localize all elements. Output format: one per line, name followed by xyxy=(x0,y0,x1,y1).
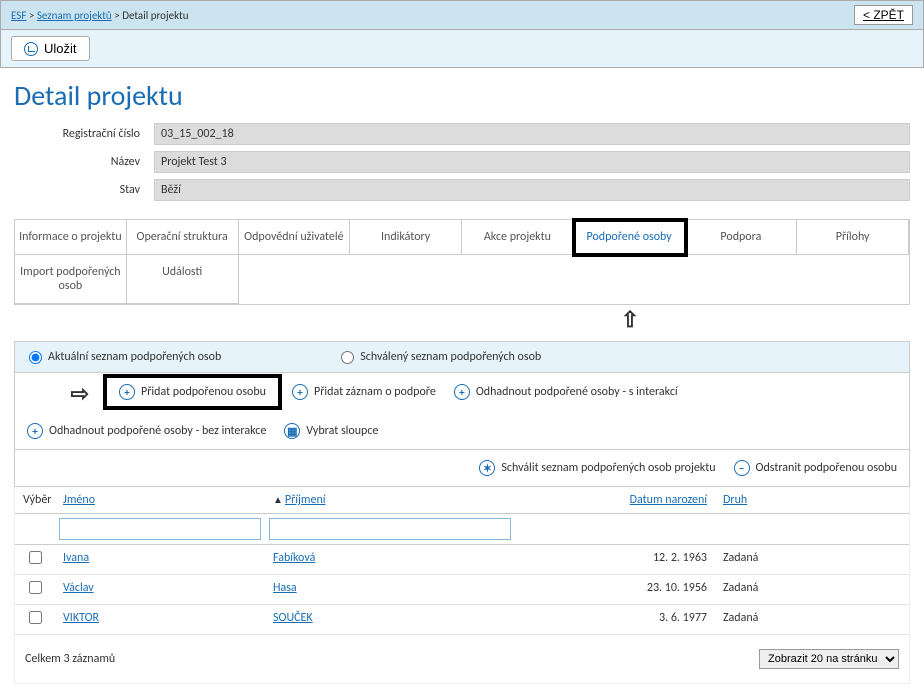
table-row: VIKTOR SOUČEK 3. 6. 1977Zadaná xyxy=(15,605,909,635)
plus-icon: + xyxy=(292,384,308,400)
col-name-sort[interactable]: Jméno xyxy=(63,493,95,507)
row-surname-link[interactable]: Fabíková xyxy=(273,551,315,565)
row-name-link[interactable]: Václav xyxy=(63,581,94,595)
tab-events[interactable]: Události xyxy=(127,255,239,304)
sort-asc-icon: ▲ xyxy=(273,493,283,506)
plus-icon: + xyxy=(27,423,43,439)
back-button[interactable]: < ZPĚT xyxy=(854,5,913,25)
row-name-link[interactable]: Ivana xyxy=(63,551,89,565)
reg-number-label: Registrační číslo xyxy=(14,127,154,141)
save-button[interactable]: Uložit xyxy=(11,36,90,61)
col-select: Výběr xyxy=(15,487,55,513)
columns-icon: ▦ xyxy=(284,423,300,439)
breadcrumb-current: Detail projektu xyxy=(122,9,188,22)
row-birth: 3. 6. 1977 xyxy=(515,605,715,634)
select-columns-button[interactable]: ▦ Vybrat sloupce xyxy=(282,419,380,443)
row-checkbox[interactable] xyxy=(29,611,42,624)
table-row: Ivana Fabíková 12. 2. 1963Zadaná xyxy=(15,545,909,575)
breadcrumb-projects[interactable]: Seznam projektů xyxy=(37,9,112,22)
filter-name-input[interactable] xyxy=(59,518,261,540)
reg-number-value: 03_15_002_18 xyxy=(154,123,910,145)
row-birth: 23. 10. 1956 xyxy=(515,575,715,604)
col-surname-sort[interactable]: Příjmení xyxy=(285,493,326,507)
approve-icon: ✶ xyxy=(479,460,495,476)
state-value: Běží xyxy=(154,179,910,201)
estimate-interactive-button[interactable]: + Odhadnout podpořené osoby - s interakc… xyxy=(452,380,680,404)
save-icon xyxy=(24,42,38,56)
name-value: Projekt Test 3 xyxy=(154,151,910,173)
add-support-record-button[interactable]: + Přidat záznam o podpoře xyxy=(290,380,438,404)
grid-header: Výběr Jméno ▲Příjmení Datum narození Dru… xyxy=(15,487,909,514)
remove-person-button[interactable]: − Odstranit podpořenou osobu xyxy=(732,456,899,480)
arrow-up-icon: ⇧ xyxy=(621,309,639,331)
minus-icon: − xyxy=(734,460,750,476)
page-size-select[interactable]: Zobrazit 20 na stránku xyxy=(759,649,899,669)
tab-actions[interactable]: Akce projektu xyxy=(462,220,574,255)
row-birth: 12. 2. 1963 xyxy=(515,545,715,574)
tab-users[interactable]: Odpovědní uživatelé xyxy=(239,220,351,255)
add-person-button[interactable]: + Přidat podpořenou osobu xyxy=(109,380,276,404)
name-label: Název xyxy=(14,155,154,169)
row-surname-link[interactable]: SOUČEK xyxy=(273,611,313,625)
row-type: Zadaná xyxy=(715,575,909,604)
table-row: Václav Hasa 23. 10. 1956Zadaná xyxy=(15,575,909,605)
row-checkbox[interactable] xyxy=(29,551,42,564)
breadcrumb-root[interactable]: ESF xyxy=(11,9,26,22)
grid-total: Celkem 3 záznamů xyxy=(25,652,115,666)
tab-attachments[interactable]: Přílohy xyxy=(797,220,909,255)
breadcrumb: ESF > Seznam projektů > Detail projektu xyxy=(11,9,188,22)
tab-info[interactable]: Informace o projektu xyxy=(15,220,127,255)
tab-import[interactable]: Import podpořených osob xyxy=(15,255,127,304)
tab-indicators[interactable]: Indikátory xyxy=(350,220,462,255)
row-name-link[interactable]: VIKTOR xyxy=(63,611,99,625)
estimate-noninteractive-button[interactable]: + Odhadnout podpořené osoby - bez intera… xyxy=(25,419,268,443)
tab-supported-persons[interactable]: Podpořené osoby xyxy=(574,220,686,255)
state-label: Stav xyxy=(14,183,154,197)
approve-list-button[interactable]: ✶ Schválit seznam podpořených osob proje… xyxy=(477,456,717,480)
plus-icon: + xyxy=(454,384,470,400)
plus-icon: + xyxy=(119,384,135,400)
row-type: Zadaná xyxy=(715,605,909,634)
tab-support[interactable]: Podpora xyxy=(686,220,798,255)
radio-current-list[interactable]: Aktuální seznam podpořených osob xyxy=(29,350,221,364)
arrow-right-icon: ⇨ xyxy=(71,383,89,405)
page-title: Detail projektu xyxy=(14,78,910,113)
filter-surname-input[interactable] xyxy=(269,518,511,540)
tab-struct[interactable]: Operační struktura xyxy=(127,220,239,255)
col-type-sort[interactable]: Druh xyxy=(723,493,747,507)
row-surname-link[interactable]: Hasa xyxy=(273,581,297,595)
row-checkbox[interactable] xyxy=(29,581,42,594)
row-type: Zadaná xyxy=(715,545,909,574)
radio-approved-list[interactable]: Schválený seznam podpořených osob xyxy=(341,350,541,364)
col-birth-sort[interactable]: Datum narození xyxy=(630,493,707,507)
